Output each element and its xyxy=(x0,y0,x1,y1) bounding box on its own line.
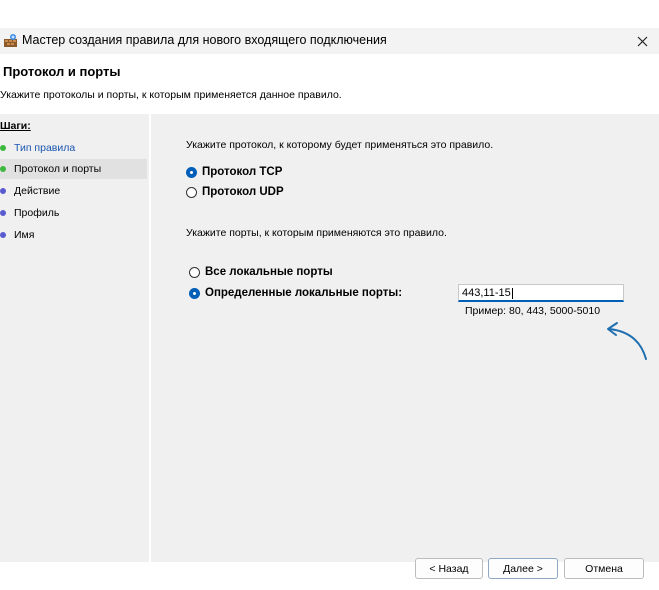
close-button[interactable] xyxy=(625,28,659,54)
step-action[interactable]: Действие xyxy=(0,181,147,201)
protocol-udp-option[interactable]: Протокол UDP xyxy=(186,186,284,198)
protocol-tcp-label: Протокол TCP xyxy=(202,166,283,178)
firewall-icon xyxy=(4,34,17,47)
ports-example: Пример: 80, 443, 5000-5010 xyxy=(465,305,601,317)
ports-prompt: Укажите порты, к которым применяются это… xyxy=(186,227,447,239)
step-label: Профиль xyxy=(14,207,60,219)
steps-title: Шаги: xyxy=(0,120,31,132)
step-name[interactable]: Имя xyxy=(0,225,147,245)
content-area: Шаги: Тип правила Протокол и порты Дейст… xyxy=(0,114,659,579)
step-label: Протокол и порты xyxy=(14,163,102,175)
step-active-dot-icon xyxy=(0,166,6,172)
annotation-arrow-icon xyxy=(607,322,647,360)
step-label: Имя xyxy=(14,229,35,241)
radio-unchecked-icon[interactable] xyxy=(186,186,197,198)
protocol-prompt: Укажите протокол, к которому будет приме… xyxy=(186,139,494,151)
protocol-udp-label: Протокол UDP xyxy=(202,186,284,198)
step-label: Действие xyxy=(14,185,61,197)
step-profile[interactable]: Профиль xyxy=(0,203,147,223)
specific-ports-option[interactable]: Определенные локальные порты: xyxy=(189,287,402,299)
step-pending-dot-icon xyxy=(0,232,6,238)
window-title: Мастер создания правила для нового входя… xyxy=(22,33,387,47)
close-icon xyxy=(637,36,647,46)
step-label: Тип правила xyxy=(14,142,76,154)
all-ports-label: Все локальные порты xyxy=(205,266,333,278)
title-bar: Мастер создания правила для нового входя… xyxy=(0,28,659,54)
ports-input[interactable]: 443,11-15 xyxy=(458,284,624,302)
cancel-button[interactable]: Отмена xyxy=(564,558,644,579)
specific-ports-label: Определенные локальные порты: xyxy=(205,287,403,299)
text-cursor xyxy=(511,287,513,299)
radio-checked-icon[interactable] xyxy=(189,287,200,299)
step-pending-dot-icon xyxy=(0,188,6,194)
page-subtitle: Укажите протоколы и порты, к которым при… xyxy=(0,89,342,101)
page-title: Протокол и порты xyxy=(3,64,121,79)
back-button[interactable]: < Назад xyxy=(415,558,483,579)
main-panel: Укажите протокол, к которому будет приме… xyxy=(151,114,659,579)
ports-input-value: 443,11-15 xyxy=(462,287,511,299)
wizard-window: Мастер создания правила для нового входя… xyxy=(0,28,659,579)
all-ports-option[interactable]: Все локальные порты xyxy=(189,266,333,278)
step-pending-dot-icon xyxy=(0,210,6,216)
step-done-dot-icon xyxy=(0,145,6,151)
step-protocol-ports[interactable]: Протокол и порты xyxy=(0,159,147,179)
next-button[interactable]: Далее > xyxy=(488,558,558,579)
steps-panel: Шаги: Тип правила Протокол и порты Дейст… xyxy=(0,114,149,562)
radio-unchecked-icon[interactable] xyxy=(189,266,200,278)
radio-checked-icon[interactable] xyxy=(186,166,197,178)
protocol-tcp-option[interactable]: Протокол TCP xyxy=(186,166,282,178)
step-rule-type[interactable]: Тип правила xyxy=(0,138,147,158)
wizard-header: Протокол и порты Укажите протоколы и пор… xyxy=(0,54,659,112)
